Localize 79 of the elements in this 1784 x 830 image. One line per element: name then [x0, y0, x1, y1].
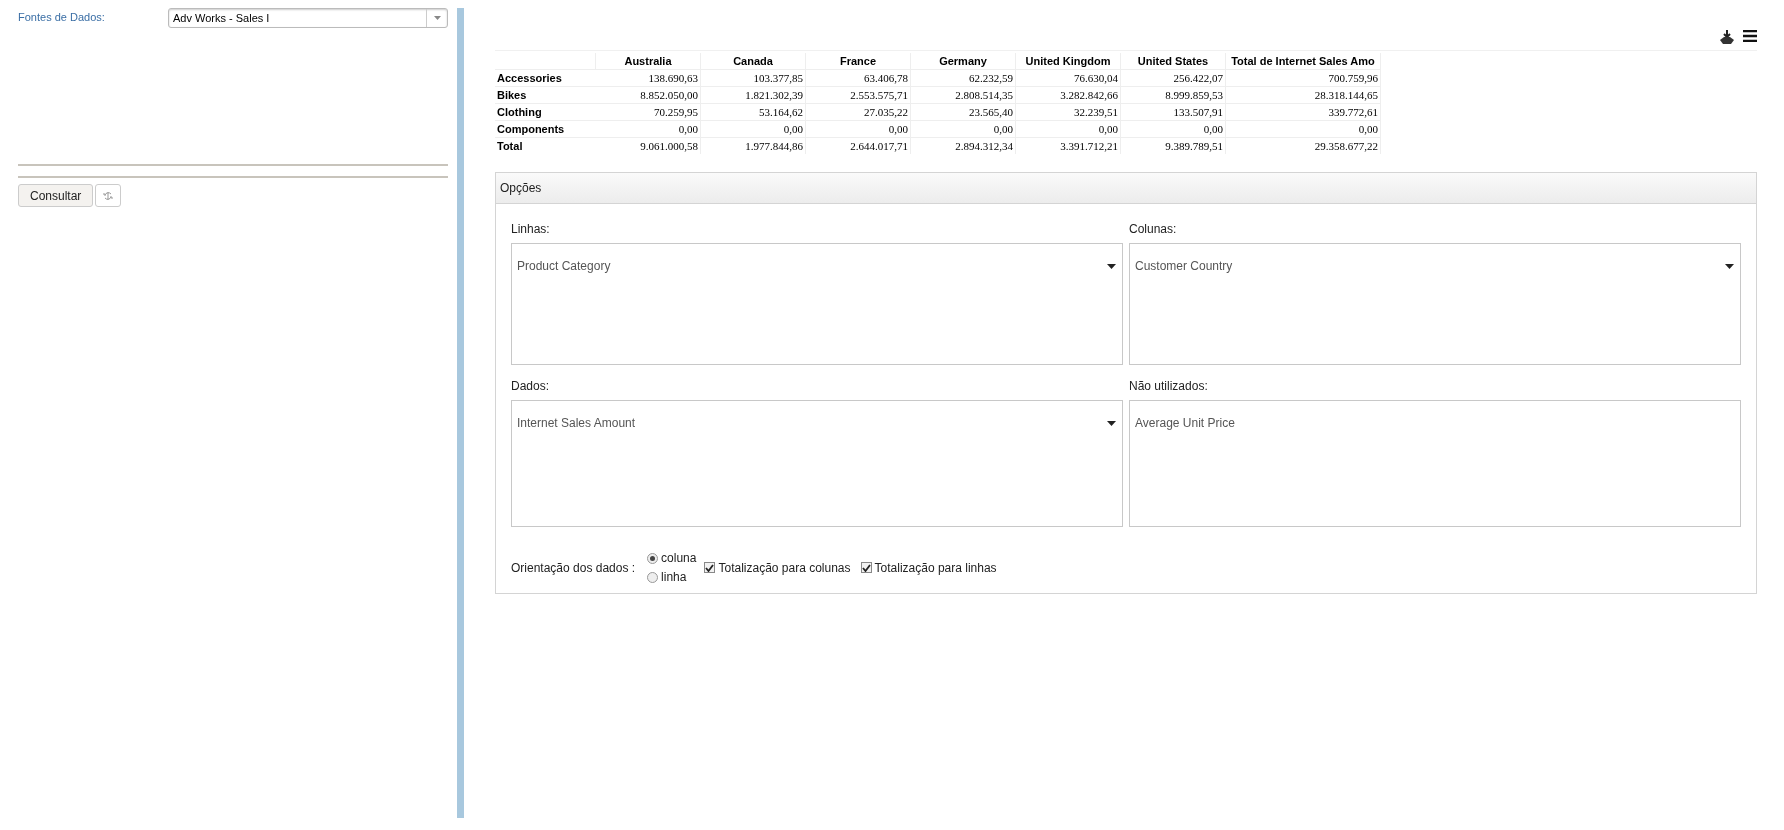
caret-icon: [1725, 263, 1734, 269]
panel-title: Opções: [496, 173, 1756, 204]
data-source-select[interactable]: Adv Works - Sales I: [168, 8, 448, 28]
table-cell: 0,00: [700, 120, 806, 138]
column-header: Canada: [700, 53, 806, 70]
table-cell: 0,00: [595, 120, 701, 138]
table-cell: 103.377,85: [700, 69, 806, 87]
column-header: France: [805, 53, 911, 70]
drop-zone[interactable]: Internet Sales Amount: [511, 400, 1123, 527]
row-header: Components: [495, 120, 596, 138]
zone-label: Não utilizados:: [1129, 379, 1209, 393]
drop-zone[interactable]: Product Category: [511, 243, 1123, 365]
table-cell: 23.565,40: [910, 103, 1016, 121]
drop-zone[interactable]: Average Unit Price: [1129, 400, 1741, 527]
radio-icon[interactable]: [647, 571, 659, 583]
field-item[interactable]: Product Category: [517, 258, 1116, 274]
table-cell: 2.553.575,71: [805, 86, 911, 104]
field-item[interactable]: Average Unit Price: [1135, 415, 1734, 431]
radio-option[interactable]: coluna: [647, 551, 697, 565]
checkbox-icon[interactable]: [860, 562, 872, 573]
caret-icon: [1107, 263, 1116, 269]
table-cell: 700.759,96: [1225, 69, 1381, 87]
table-cell: 3.391.712,21: [1015, 137, 1121, 154]
table-cell: 2.894.312,34: [910, 137, 1016, 154]
checkbox-option[interactable]: Totalização para linhas: [860, 560, 997, 575]
table-cell: 3.282.842,66: [1015, 86, 1121, 104]
column-header: United Kingdom: [1015, 53, 1121, 70]
row-header: Total: [495, 137, 596, 154]
table-cell: 53.164,62: [700, 103, 806, 121]
table-cell: 76.630,04: [1015, 69, 1121, 87]
table-cell: 0,00: [1015, 120, 1121, 138]
field-item[interactable]: Customer Country: [1135, 258, 1734, 274]
caret-icon: [1107, 420, 1116, 426]
table-cell: 0,00: [1225, 120, 1381, 138]
checkbox-icon[interactable]: [704, 562, 716, 573]
column-header: United States: [1120, 53, 1226, 70]
table-cell: 62.232,59: [910, 69, 1016, 87]
radio-option[interactable]: linha: [647, 570, 697, 584]
table-cell: 256.422,07: [1120, 69, 1226, 87]
table-cell: 9.061.000,58: [595, 137, 701, 154]
row-header: Clothing: [495, 103, 596, 121]
table-cell: 0,00: [805, 120, 911, 138]
column-header: Australia: [595, 53, 701, 70]
export-icon[interactable]: [1719, 30, 1735, 45]
row-header: Accessories: [495, 69, 596, 87]
radio-icon[interactable]: [647, 552, 659, 564]
table-cell: 28.318.144,65: [1225, 86, 1381, 104]
column-header: Germany: [910, 53, 1016, 70]
table-cell: 0,00: [1120, 120, 1226, 138]
table-cell: 2.644.017,71: [805, 137, 911, 154]
table-cell: 29.358.677,22: [1225, 137, 1381, 154]
field-item[interactable]: Internet Sales Amount: [517, 415, 1116, 431]
table-cell: 339.772,61: [1225, 103, 1381, 121]
table-cell: 2.808.514,35: [910, 86, 1016, 104]
zone-label: Colunas:: [1129, 222, 1178, 236]
table-cell: 9.389.789,51: [1120, 137, 1226, 154]
checkbox-option[interactable]: Totalização para colunas: [704, 560, 851, 575]
zone-label: Dados:: [511, 379, 551, 393]
column-header: Total de Internet Sales Amo: [1225, 53, 1381, 70]
menu-icon[interactable]: [1743, 30, 1757, 42]
field-label: Fontes de Dados:: [18, 10, 106, 23]
zone-label: Linhas:: [511, 222, 551, 236]
table-cell: 70.259,95: [595, 103, 701, 121]
row-header: Bikes: [495, 86, 596, 104]
table-cell: 133.507,91: [1120, 103, 1226, 121]
caret-icon: [433, 16, 441, 20]
table-cell: 63.406,78: [805, 69, 911, 87]
orientation-label: Orientação dos dados :: [511, 560, 636, 575]
table-cell: 0,00: [910, 120, 1016, 138]
table-cell: 32.239,51: [1015, 103, 1121, 121]
table-cell: 8.852.050,00: [595, 86, 701, 104]
table-cell: 8.999.859,53: [1120, 86, 1226, 104]
table-cell: 138.690,63: [595, 69, 701, 87]
refresh-icon: [103, 190, 114, 201]
drop-zone[interactable]: Customer Country: [1129, 243, 1741, 365]
table-cell: 1.977.844,86: [700, 137, 806, 154]
table-cell: 27.035,22: [805, 103, 911, 121]
query-button[interactable]: Consultar: [18, 184, 94, 207]
table-cell: 1.821.302,39: [700, 86, 806, 104]
